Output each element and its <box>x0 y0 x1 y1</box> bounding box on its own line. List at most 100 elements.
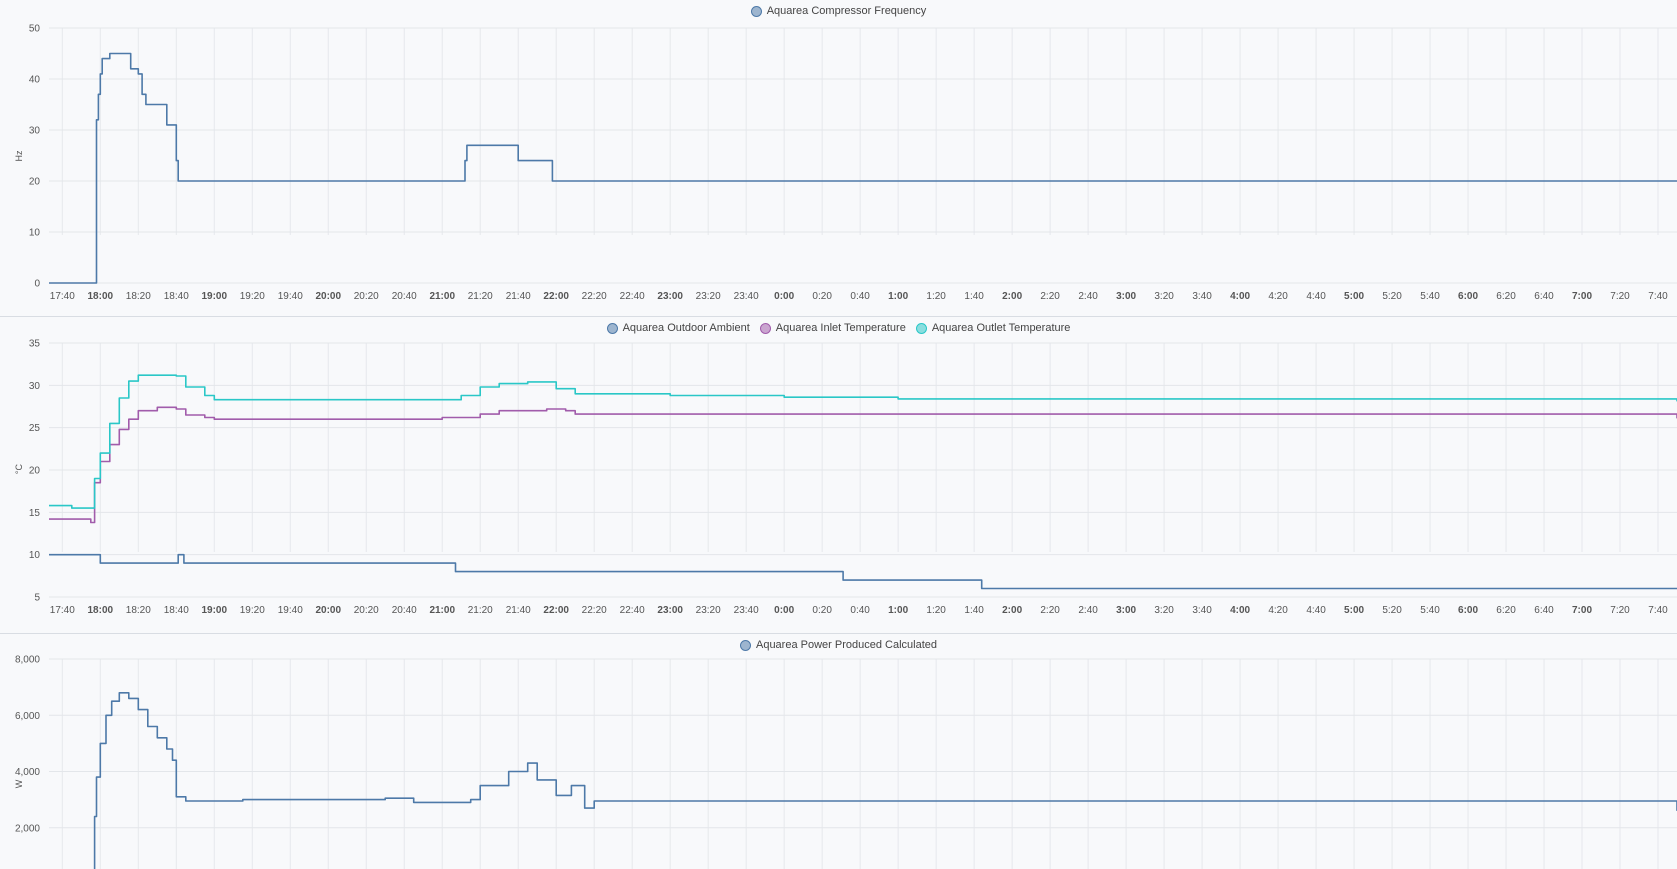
x-tick-label: 6:20 <box>1496 291 1516 302</box>
x-tick-label: 20:00 <box>315 605 341 616</box>
y-tick-label: 40 <box>29 75 41 86</box>
x-tick-label: 23:20 <box>696 605 721 616</box>
y-tick-label: 2,000 <box>15 823 40 834</box>
y-tick-label: 20 <box>29 177 41 188</box>
x-tick-label: 18:00 <box>88 291 114 302</box>
x-tick-label: 22:40 <box>620 605 645 616</box>
x-tick-label: 7:40 <box>1648 291 1668 302</box>
x-tick-label: 20:00 <box>315 291 341 302</box>
legend-label: Aquarea Power Produced Calculated <box>755 639 937 651</box>
x-tick-label: 5:00 <box>1344 605 1364 616</box>
x-tick-label: 3:00 <box>1116 291 1136 302</box>
y-tick-label: 6,000 <box>15 711 40 722</box>
x-tick-label: 4:20 <box>1268 605 1288 616</box>
legend-label: Aquarea Outlet Temperature <box>931 322 1071 334</box>
legend-label: Aquarea Outdoor Ambient <box>622 322 750 334</box>
x-tick-label: 3:20 <box>1154 605 1174 616</box>
x-tick-label: 6:40 <box>1534 291 1554 302</box>
legend-swatch-icon <box>606 322 618 334</box>
x-tick-label: 6:00 <box>1458 605 1478 616</box>
legend-item[interactable]: Aquarea Outdoor Ambient <box>606 322 750 334</box>
y-tick-label: 5 <box>34 593 40 604</box>
y-tick-label: 25 <box>29 423 41 434</box>
x-tick-label: 19:20 <box>240 605 265 616</box>
y-tick-label: 30 <box>29 126 41 137</box>
x-tick-label: 21:00 <box>429 605 455 616</box>
x-tick-label: 5:00 <box>1344 291 1364 302</box>
x-tick-label: 22:00 <box>543 291 569 302</box>
series-line[interactable] <box>93 692 1677 869</box>
legend-item[interactable]: Aquarea Power Produced Calculated <box>739 639 937 651</box>
x-tick-label: 20:40 <box>392 605 417 616</box>
x-tick-label: 7:00 <box>1572 605 1592 616</box>
x-tick-label: 23:20 <box>696 291 721 302</box>
x-tick-label: 0:20 <box>812 605 832 616</box>
x-tick-label: 4:40 <box>1306 291 1326 302</box>
x-tick-label: 0:40 <box>850 291 870 302</box>
y-tick-label: 8,000 <box>15 655 40 666</box>
x-tick-label: 18:20 <box>126 291 151 302</box>
chart-legend: Aquarea Outdoor Ambient Aquarea Inlet Tem… <box>0 322 1677 337</box>
x-tick-label: 5:40 <box>1420 291 1440 302</box>
y-tick-label: 10 <box>29 228 41 239</box>
x-tick-label: 21:40 <box>506 605 531 616</box>
legend-item[interactable]: Aquarea Compressor Frequency <box>750 5 927 17</box>
x-tick-label: 4:00 <box>1230 605 1250 616</box>
x-tick-label: 2:20 <box>1040 291 1060 302</box>
x-tick-label: 4:20 <box>1268 291 1288 302</box>
x-tick-label: 1:20 <box>926 291 946 302</box>
x-tick-label: 5:20 <box>1382 291 1402 302</box>
x-tick-label: 19:40 <box>278 291 303 302</box>
x-tick-label: 4:40 <box>1306 605 1326 616</box>
x-tick-label: 23:00 <box>657 605 683 616</box>
y-axis-label: Hz <box>14 150 24 161</box>
x-tick-label: 2:20 <box>1040 605 1060 616</box>
x-tick-label: 17:40 <box>50 605 75 616</box>
x-tick-label: 5:20 <box>1382 605 1402 616</box>
x-tick-label: 19:00 <box>201 291 227 302</box>
x-tick-label: 18:40 <box>164 605 189 616</box>
legend-label: Aquarea Compressor Frequency <box>766 5 927 17</box>
x-tick-label: 21:00 <box>429 291 455 302</box>
x-tick-label: 4:00 <box>1230 291 1250 302</box>
x-tick-label: 1:20 <box>926 605 946 616</box>
x-tick-label: 6:20 <box>1496 605 1516 616</box>
x-tick-label: 19:20 <box>240 291 265 302</box>
x-tick-label: 19:40 <box>278 605 303 616</box>
x-tick-label: 23:40 <box>734 291 759 302</box>
x-tick-label: 2:00 <box>1002 291 1022 302</box>
series-line[interactable] <box>49 374 1677 509</box>
x-tick-label: 3:00 <box>1116 605 1136 616</box>
y-tick-label: 30 <box>29 381 41 392</box>
x-tick-label: 22:20 <box>582 291 607 302</box>
series-line[interactable] <box>49 406 1677 524</box>
y-tick-label: 15 <box>29 508 41 519</box>
x-tick-label: 21:40 <box>506 291 531 302</box>
temperature-chart[interactable]: 17:40 18:00 18:20 18:40 19:00 19:20 19:40 20:00… <box>0 317 1677 633</box>
power-produced-panel: 2,000 4,000 6,000 8,000 W Aquarea Power Prod… <box>0 634 1677 869</box>
y-tick-label: 0 <box>34 279 40 290</box>
x-tick-label: 3:20 <box>1154 291 1174 302</box>
series-line[interactable] <box>49 52 1677 284</box>
x-tick-label: 20:40 <box>392 291 417 302</box>
legend-item[interactable]: Aquarea Outlet Temperature <box>915 322 1071 334</box>
series-line[interactable] <box>49 553 1677 590</box>
compressor-frequency-chart[interactable]: 17:40 18:00 18:20 18:40 19:00 19:20 19:40 20:00… <box>0 0 1677 316</box>
x-tick-label: 6:00 <box>1458 291 1478 302</box>
x-tick-label: 18:40 <box>164 291 189 302</box>
power-produced-chart[interactable]: 2,000 4,000 6,000 8,000 W <box>0 634 1677 869</box>
x-tick-label: 5:40 <box>1420 605 1440 616</box>
x-tick-label: 6:40 <box>1534 605 1554 616</box>
x-tick-label: 7:40 <box>1648 605 1668 616</box>
x-tick-label: 0:40 <box>850 605 870 616</box>
x-tick-label: 17:40 <box>50 291 75 302</box>
legend-item[interactable]: Aquarea Inlet Temperature <box>759 322 906 334</box>
x-tick-label: 7:20 <box>1610 291 1630 302</box>
temperature-panel: 17:40 18:00 18:20 18:40 19:00 19:20 19:40 20:00… <box>0 317 1677 633</box>
legend-swatch-icon <box>759 322 771 334</box>
x-tick-label: 0:20 <box>812 291 832 302</box>
y-tick-label: 10 <box>29 550 41 561</box>
x-tick-label: 7:00 <box>1572 291 1592 302</box>
y-axis-label: °C <box>14 463 24 474</box>
legend-swatch-icon <box>739 639 751 651</box>
